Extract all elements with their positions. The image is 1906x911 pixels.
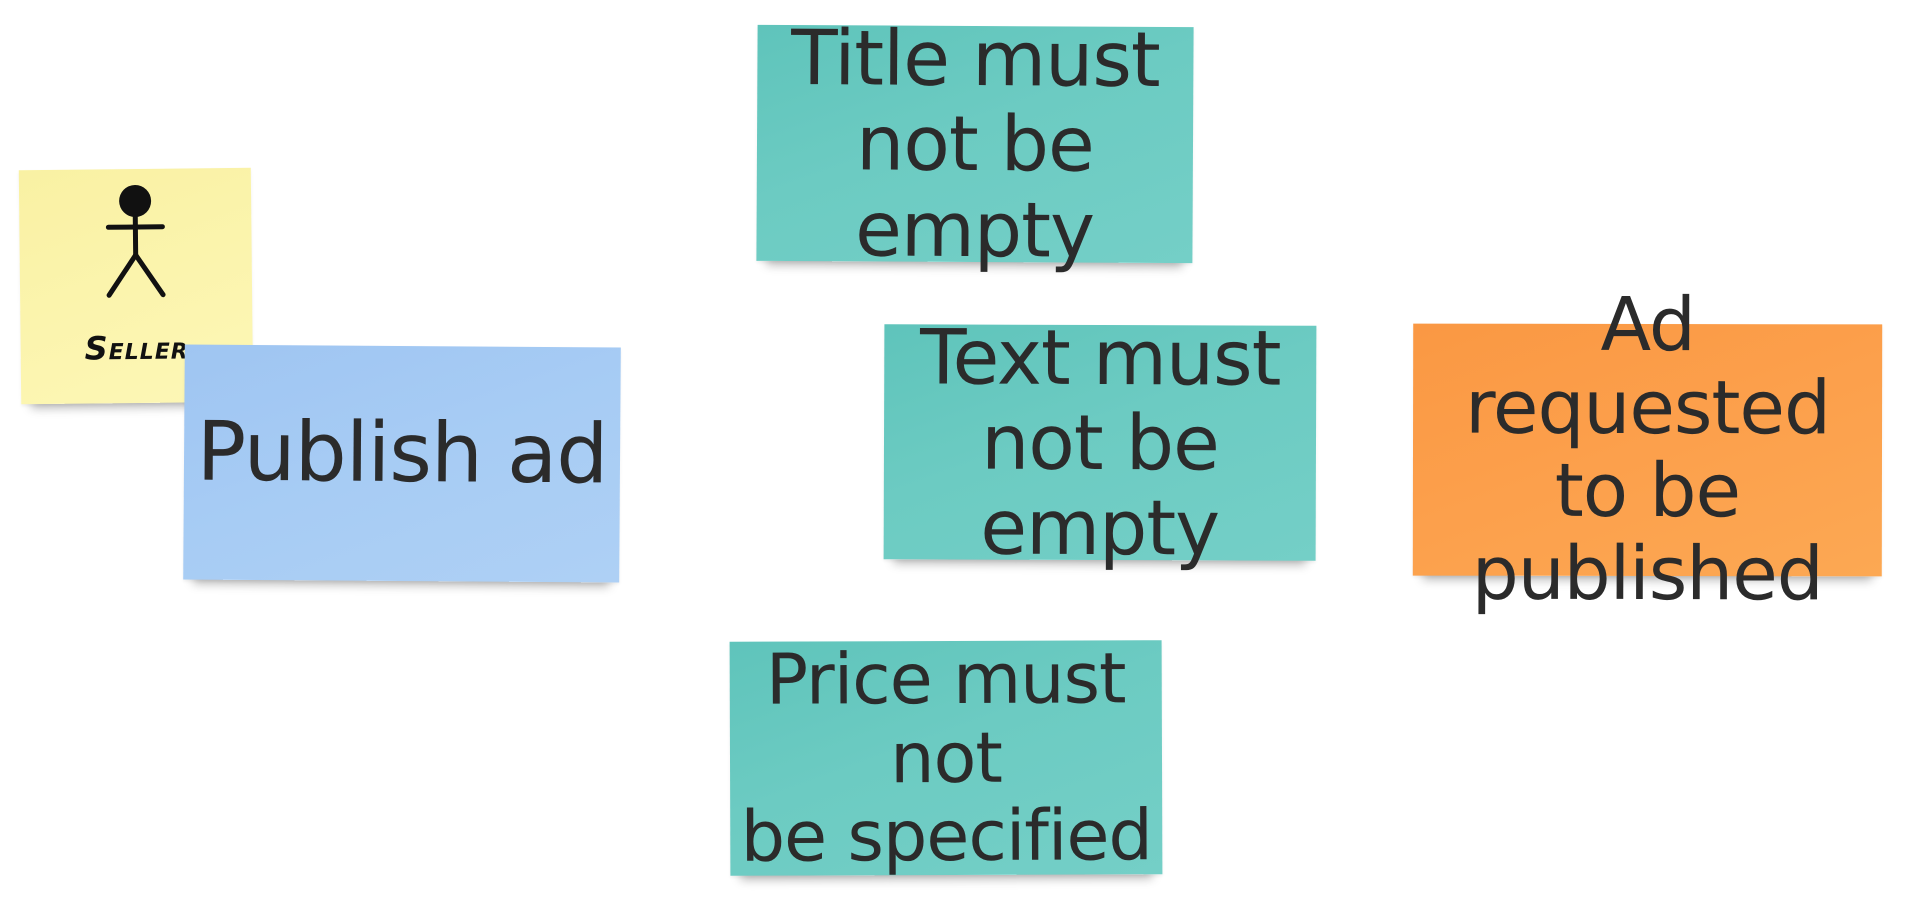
- policy-note-text-not-empty[interactable]: Text must not be empty: [883, 312, 1317, 572]
- event-label: Ad requested to be published: [1465, 282, 1831, 618]
- actor-label: Seller: [84, 328, 189, 368]
- command-label: Publish ad: [196, 404, 608, 503]
- policy-label: Text must not be empty: [919, 312, 1281, 573]
- policy-label: Price must not be specified: [740, 637, 1153, 878]
- command-note-publish-ad[interactable]: Publish ad: [183, 344, 621, 583]
- policy-label: Title must not be empty: [790, 13, 1160, 275]
- policy-note-price-specified[interactable]: Price must not be specified: [729, 637, 1163, 878]
- event-note-ad-requested[interactable]: Ad requested to be published: [1412, 282, 1883, 617]
- policy-note-title-not-empty[interactable]: Title must not be empty: [756, 13, 1194, 274]
- sticky-note-board: Seller Publish ad Title must not be empt…: [0, 0, 1906, 911]
- stick-figure-icon: [105, 185, 166, 298]
